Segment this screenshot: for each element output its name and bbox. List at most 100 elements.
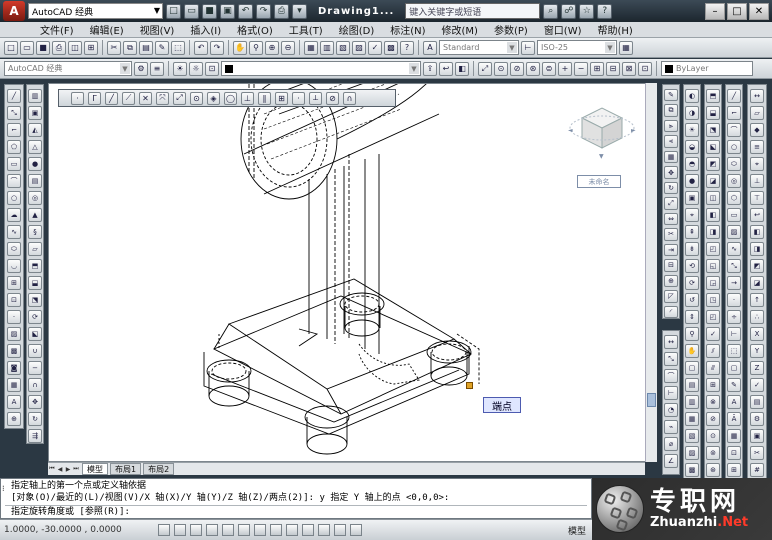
redo-icon[interactable]: ↷	[256, 3, 271, 19]
intersect-icon[interactable]: ∩	[28, 378, 42, 392]
polysolid-icon[interactable]: ▥	[28, 89, 42, 103]
menu-modify[interactable]: 修改(M)	[442, 22, 478, 37]
copy-faces-icon[interactable]: ◫	[706, 191, 720, 205]
communication-center-icon[interactable]: ☍	[561, 3, 577, 19]
zoom-window-icon[interactable]: ⊕	[265, 40, 279, 55]
text-style-select[interactable]: Standard ▼	[439, 40, 519, 55]
ellipse-icon[interactable]: ⬭	[7, 242, 21, 256]
trim-icon[interactable]: ✂	[664, 228, 678, 241]
zoom-in-icon[interactable]: +	[558, 61, 572, 76]
polygon-r-icon[interactable]: ⬡	[727, 191, 741, 205]
taper-faces-icon[interactable]: ◪	[706, 174, 720, 188]
cylinder-icon[interactable]: ▤	[28, 174, 42, 188]
menu-help[interactable]: 帮助(H)	[598, 22, 633, 37]
3d-rotate-icon[interactable]: ↻	[28, 412, 42, 426]
lightbulb-icon[interactable]: ☀	[173, 61, 187, 76]
chamfer-icon[interactable]: ◸	[664, 290, 678, 303]
line-r-icon[interactable]: ╱	[727, 89, 741, 103]
dim-style-icon[interactable]: ⊢	[521, 40, 535, 55]
swivel-icon[interactable]: ↺	[685, 293, 699, 307]
menu-format[interactable]: 格式(O)	[237, 22, 273, 37]
search-input[interactable]: 键入关键字或短语	[405, 3, 541, 19]
3dosnap-toggle[interactable]	[238, 524, 250, 536]
gradient-icon[interactable]: ▩	[7, 344, 21, 358]
viewport-icon[interactable]: ▣	[750, 429, 764, 443]
zoom-object-icon[interactable]: ⊜	[542, 61, 556, 76]
sketch-icon[interactable]: ✎	[727, 378, 741, 392]
offset-icon[interactable]: ⫷	[664, 135, 678, 148]
array-icon[interactable]: ▦	[664, 150, 678, 164]
ucs-apply-icon[interactable]: ✓	[750, 378, 764, 392]
jogged-icon[interactable]: ⌁	[664, 420, 678, 434]
binoculars-icon[interactable]: ⌕	[543, 3, 559, 19]
lock-icon[interactable]: ⊡	[205, 61, 219, 76]
polar-toggle[interactable]	[206, 524, 218, 536]
command-window-grip-icon[interactable]: ⁝	[2, 484, 5, 493]
paste-icon[interactable]: ▤	[139, 40, 153, 55]
save-icon[interactable]: ■	[36, 40, 50, 55]
ucs-icon[interactable]: ⊥	[750, 174, 764, 188]
favorites-star-icon[interactable]: ☆	[579, 3, 595, 19]
properties-icon[interactable]: ▦	[304, 40, 318, 55]
pyramid-icon[interactable]: ▲	[28, 208, 42, 222]
sphere-render-icon[interactable]: ●	[685, 174, 699, 188]
undo-icon[interactable]: ↶	[194, 40, 208, 55]
copy-object-icon[interactable]: ⧉	[664, 104, 678, 117]
clip-icon[interactable]: ✂	[750, 446, 764, 460]
visual-style-realistic-icon[interactable]: ▥	[685, 395, 699, 409]
break-icon[interactable]: ⊟	[664, 259, 678, 272]
wcs-menu[interactable]: 未命名	[577, 175, 621, 188]
revolve-icon[interactable]: ⟳	[28, 310, 42, 324]
light-icon[interactable]: ☀	[685, 123, 699, 137]
distance-icon[interactable]: ↔	[750, 89, 764, 103]
plot-icon[interactable]: ⎙	[52, 40, 66, 55]
subtract-icon[interactable]: −	[28, 361, 42, 375]
aligned-dim-icon[interactable]: ⤡	[664, 352, 678, 366]
zoom-3d-icon[interactable]: ⚲	[685, 327, 699, 341]
union-icon[interactable]: ∪	[28, 344, 42, 358]
spline-r-icon[interactable]: ∿	[727, 242, 741, 256]
snap-insert-icon[interactable]: ⊞	[275, 91, 288, 105]
radius-icon[interactable]: ◔	[664, 403, 678, 417]
ellipse-arc-icon[interactable]: ◡	[7, 259, 21, 273]
table-style-icon[interactable]: ▦	[619, 40, 633, 55]
circle-icon[interactable]: ○	[7, 191, 21, 205]
wedge-icon[interactable]: ◭	[28, 123, 42, 137]
model-space-button[interactable]: 模型	[568, 524, 586, 537]
cone-icon[interactable]: △	[28, 140, 42, 154]
hide-icon[interactable]: ◐	[685, 89, 699, 103]
zoom-previous-icon[interactable]: ⊖	[281, 40, 295, 55]
open-icon[interactable]: ▭	[20, 40, 34, 55]
offset-faces-icon[interactable]: ⬔	[706, 123, 720, 137]
view-iso-icon[interactable]: ▩	[685, 463, 699, 477]
block-r-icon[interactable]: ⊡	[727, 446, 741, 460]
make-current-layer-icon[interactable]: ⇪	[423, 61, 437, 76]
layer-states-icon[interactable]: ◧	[455, 61, 469, 76]
snap-nearest-icon[interactable]: ⟂	[309, 91, 322, 105]
workspace-combo[interactable]: AutoCAD 经典 ▼	[4, 61, 132, 76]
help-icon[interactable]: ?	[400, 40, 414, 55]
zoom-center-icon[interactable]: ⊛	[526, 61, 540, 76]
extrude-icon[interactable]: ⬒	[28, 259, 42, 273]
flatshot-icon[interactable]: ⊘	[706, 412, 720, 426]
ucs-3point-icon[interactable]: ∴	[750, 310, 764, 324]
command-input[interactable]: 指定旋转角度或 [参照(R)]:	[5, 505, 587, 517]
fly-icon[interactable]: ⇟	[685, 242, 699, 256]
menu-window[interactable]: 窗口(W)	[544, 22, 582, 37]
mirror-icon[interactable]: ⫸	[664, 119, 678, 133]
separate-icon[interactable]: ◳	[706, 293, 720, 307]
move-faces-icon[interactable]: ⬓	[706, 106, 720, 120]
ellipse-r-icon[interactable]: ⬭	[727, 157, 741, 171]
pan-3d-icon[interactable]: ✋	[685, 344, 699, 358]
region-icon[interactable]: ◙	[7, 361, 21, 375]
scroll-thumb[interactable]	[647, 393, 656, 407]
check-icon[interactable]: ✓	[706, 327, 720, 341]
from-icon[interactable]: Γ	[88, 91, 101, 105]
markup-icon[interactable]: ✓	[368, 40, 382, 55]
table-icon[interactable]: ▦	[7, 378, 21, 392]
zoom-dynamic-icon[interactable]: ⊙	[494, 61, 508, 76]
command-line[interactable]: ⁝ 指定轴上的第一个点或定义轴依据 [对象(O)/最近的(L)/视图(V)/X …	[0, 478, 592, 519]
rect-r-icon[interactable]: ▭	[727, 208, 741, 222]
thicken-icon[interactable]: ⊞	[706, 378, 720, 392]
spline-icon[interactable]: ∿	[7, 225, 21, 239]
